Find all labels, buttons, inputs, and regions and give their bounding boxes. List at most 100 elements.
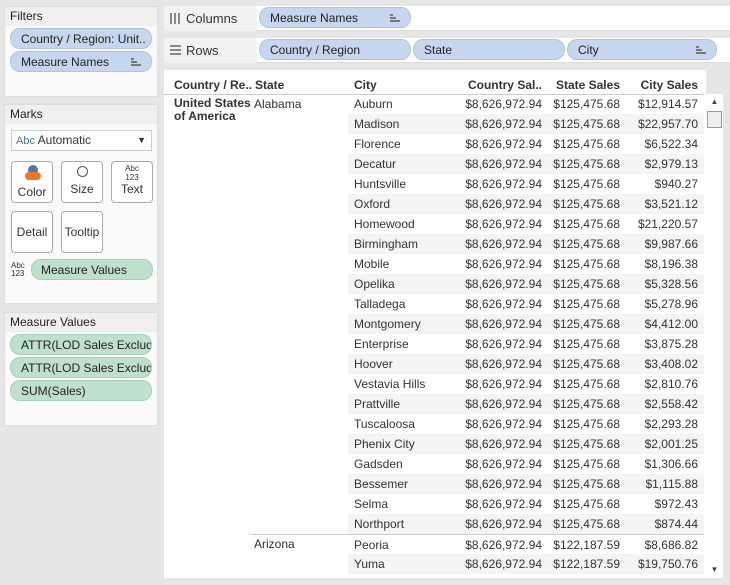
color-label: Color [17, 185, 47, 199]
state-sales-value: $125,475.68 [553, 117, 620, 131]
state-sales-value: $125,475.68 [553, 317, 620, 331]
country-sales-value: $8,626,972.94 [465, 257, 542, 271]
state-sales-value: $125,475.68 [553, 437, 620, 451]
country-sales-value: $8,626,972.94 [465, 397, 542, 411]
measure-pill[interactable]: ATTR(LOD Sales Exclud.. [10, 357, 152, 378]
city-sales-value: $12,914.57 [637, 97, 698, 111]
header-state[interactable]: State [255, 78, 284, 92]
size-button[interactable]: Size [61, 161, 103, 203]
city-sales-value: $8,686.82 [644, 538, 698, 552]
table-row[interactable]: Homewood $8,626,972.94 $125,475.68 $21,220.… [348, 214, 704, 234]
rows-pill-country[interactable]: Country / Region [259, 39, 411, 60]
table-row[interactable]: Birmingham $8,626,972.94 $125,475.68 $9,987… [348, 234, 704, 254]
state-sales-value: $122,187.59 [553, 538, 620, 552]
city-value: Birmingham [354, 237, 419, 251]
table-row[interactable]: Madison $8,626,972.94 $125,475.68 $22,957.7… [348, 114, 704, 134]
city-value: Mobile [354, 257, 390, 271]
table-row[interactable]: Yuma $8,626,972.94 $122,187.59 $19,750.76 [348, 554, 704, 574]
city-sales-value: $19,750.76 [637, 557, 698, 571]
measure-values-text-pill[interactable]: Measure Values [31, 259, 153, 280]
color-button[interactable]: Color [11, 161, 53, 203]
table-row[interactable]: Mobile $8,626,972.94 $125,475.68 $8,196.38 [348, 254, 704, 274]
state-sales-value: $125,475.68 [553, 297, 620, 311]
city-value: Homewood [354, 217, 415, 231]
city-value: Prattville [354, 397, 401, 411]
rows-icon [170, 45, 181, 56]
filter-pill-country[interactable]: Country / Region: Unit.. [10, 28, 152, 49]
size-label: Size [70, 182, 94, 196]
table-row[interactable]: Gadsden $8,626,972.94 $125,475.68 $1,306.66 [348, 454, 704, 474]
marks-title: Marks [5, 105, 157, 124]
country-sales-value: $8,626,972.94 [465, 497, 542, 511]
header-state-sales[interactable]: State Sales [556, 78, 620, 92]
city-sales-value: $6,522.34 [644, 137, 698, 151]
table-row[interactable]: Tuscaloosa $8,626,972.94 $125,475.68 $2,293… [348, 414, 704, 434]
state-value: Alabama [254, 97, 302, 111]
table-row[interactable]: Decatur $8,626,972.94 $125,475.68 $2,979.13 [348, 154, 704, 174]
table-row[interactable]: Montgomery $8,626,972.94 $125,475.68 $4,412… [348, 314, 704, 334]
city-sales-value: $5,328.56 [644, 277, 698, 291]
city-sales-value: $4,412.00 [644, 317, 698, 331]
pill-label: City [578, 43, 599, 57]
city-sales-value: $2,979.13 [644, 157, 698, 171]
measure-pill[interactable]: ATTR(LOD Sales Exclud.. [10, 334, 152, 355]
state-sales-value: $125,475.68 [553, 177, 620, 191]
mark-type-dropdown[interactable]: Abc Automatic ▼ [11, 130, 152, 151]
vertical-scrollbar[interactable]: ▲ ▼ [706, 94, 723, 578]
city-value: Auburn [354, 97, 393, 111]
rows-pill-city[interactable]: City [567, 39, 717, 60]
header-city-sales[interactable]: City Sales [641, 78, 698, 92]
scroll-up-icon[interactable]: ▲ [706, 94, 723, 110]
table-row[interactable]: Vestavia Hills $8,626,972.94 $125,475.68 $2… [348, 374, 704, 394]
header-city[interactable]: City [354, 78, 377, 92]
state-sales-value: $125,475.68 [553, 157, 620, 171]
header-country[interactable]: Country / Re.. [174, 78, 252, 92]
country-sales-value: $8,626,972.94 [465, 97, 542, 111]
table-row[interactable]: Northport $8,626,972.94 $125,475.68 $874.44 [348, 514, 704, 534]
table-row[interactable]: Peoria $8,626,972.94 $122,187.59 $8,686.82 [348, 535, 704, 555]
city-value: Tuscaloosa [354, 417, 415, 431]
detail-button[interactable]: Detail [11, 211, 53, 253]
sort-icon [131, 58, 141, 67]
header-country-sales[interactable]: Country Sal.. [468, 78, 542, 92]
table-row[interactable]: Oxford $8,626,972.94 $125,475.68 $3,521.12 [348, 194, 704, 214]
state-sales-value: $125,475.68 [553, 257, 620, 271]
city-sales-value: $5,278.96 [644, 297, 698, 311]
country-sales-value: $8,626,972.94 [465, 137, 542, 151]
scroll-thumb[interactable] [707, 111, 722, 128]
city-sales-value: $3,408.02 [644, 357, 698, 371]
detail-label: Detail [16, 225, 48, 239]
country-sales-value: $8,626,972.94 [465, 538, 542, 552]
table-row[interactable]: Talladega $8,626,972.94 $125,475.68 $5,278.… [348, 294, 704, 314]
tooltip-button[interactable]: Tooltip [61, 211, 103, 253]
columns-pill-measure-names[interactable]: Measure Names [259, 7, 411, 28]
country-sales-value: $8,626,972.94 [465, 157, 542, 171]
table-row[interactable]: Bessemer $8,626,972.94 $125,475.68 $1,115.8… [348, 474, 704, 494]
table-row[interactable]: Opelika $8,626,972.94 $125,475.68 $5,328.56 [348, 274, 704, 294]
table-row[interactable]: Enterprise $8,626,972.94 $125,475.68 $3,875… [348, 334, 704, 354]
country-sales-value: $8,626,972.94 [465, 277, 542, 291]
country-sales-value: $8,626,972.94 [465, 517, 542, 531]
text-button[interactable]: Abc 123 Text [111, 161, 153, 203]
table-row[interactable]: Phenix City $8,626,972.94 $125,475.68 $2,00… [348, 434, 704, 454]
scroll-down-icon[interactable]: ▼ [706, 562, 723, 578]
table-row[interactable]: Selma $8,626,972.94 $125,475.68 $972.43 [348, 494, 704, 514]
measure-pill[interactable]: SUM(Sales) [10, 380, 152, 401]
pill-label: Measure Names [270, 11, 359, 25]
table-row[interactable]: Huntsville $8,626,972.94 $125,475.68 $940.2… [348, 174, 704, 194]
columns-icon [170, 13, 181, 24]
city-value: Yuma [354, 557, 385, 571]
state-sales-value: $125,475.68 [553, 477, 620, 491]
columns-shelf: Columns Measure Names [164, 6, 730, 31]
table-row[interactable]: Prattville $8,626,972.94 $125,475.68 $2,558… [348, 394, 704, 414]
label-text: Rows [186, 43, 219, 58]
table-row[interactable]: Hoover $8,626,972.94 $125,475.68 $3,408.02 [348, 354, 704, 374]
rows-pill-state[interactable]: State [413, 39, 565, 60]
table-row[interactable]: Florence $8,626,972.94 $125,475.68 $6,522.3… [348, 134, 704, 154]
filter-pill-measure-names[interactable]: Measure Names [10, 51, 152, 72]
state-sales-value: $125,475.68 [553, 497, 620, 511]
pill-label: Measure Names [21, 55, 110, 69]
city-value: Florence [354, 137, 401, 151]
table-row[interactable]: Auburn $8,626,972.94 $125,475.68 $12,914.57 [348, 94, 704, 114]
state-sales-value: $125,475.68 [553, 237, 620, 251]
